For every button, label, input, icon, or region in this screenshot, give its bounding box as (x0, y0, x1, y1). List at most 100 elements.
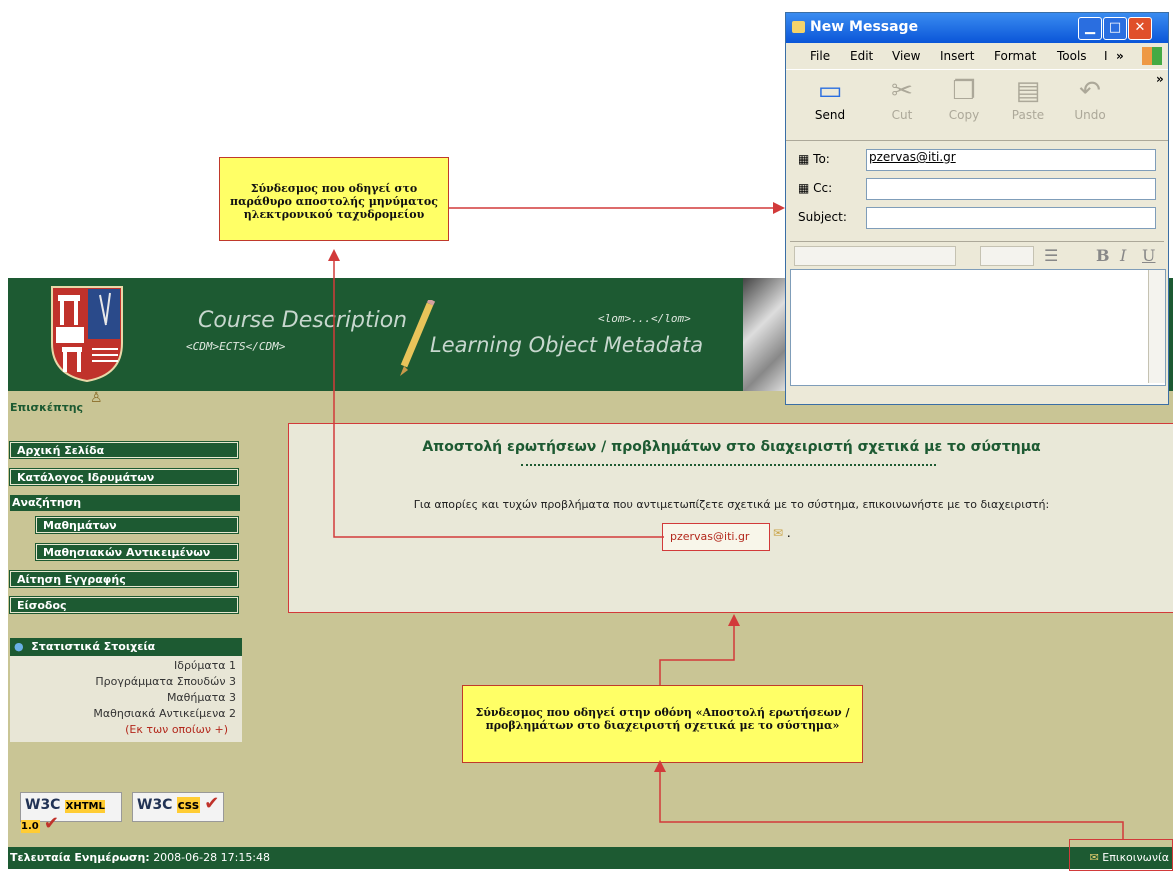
menu-bar: File Edit View Insert Format Tools I » (786, 45, 1168, 67)
check-icon: ✔ (43, 813, 59, 834)
callout-contact-screen-text: Σύνδεσμος που οδηγεί στην οθόνη «Αποστολ… (475, 706, 850, 732)
menu-format[interactable]: Format (994, 49, 1036, 63)
underline-button[interactable]: U (1142, 246, 1155, 265)
nav-institutions[interactable]: Κατάλογος Ιδρυμάτων (9, 468, 239, 486)
menu-truncated[interactable]: I (1104, 49, 1108, 63)
email-after: ✉ . (773, 526, 791, 540)
contact-text: Για απορίες και τυχών προβλήματα που αντ… (413, 498, 1050, 511)
cut-button[interactable]: ✂ Cut (874, 74, 930, 122)
paste-button[interactable]: ▤ Paste (1000, 74, 1056, 122)
send-label: Send (814, 108, 846, 122)
stats-panel: ● Στατιστικά Στοιχεία Ιδρύματα 1 Προγράμ… (10, 638, 242, 742)
cc-label-group[interactable]: ▦ Cc: (798, 181, 832, 195)
nav-registration[interactable]: Αίτηση Εγγραφής (9, 570, 239, 588)
address-book-icon: ▦ (798, 181, 810, 195)
callout-contact-screen: Σύνδεσμος που οδηγεί στην οθόνη «Αποστολ… (462, 685, 863, 763)
cut-icon: ✂ (891, 76, 913, 106)
message-body[interactable] (790, 269, 1166, 386)
font-dropdown[interactable] (794, 246, 956, 266)
subject-field[interactable] (866, 207, 1156, 229)
window-title: New Message (810, 19, 919, 35)
site-footer: Τελευταία Ενημέρωση: 2008-06-28 17:15:48… (8, 847, 1173, 869)
banner-lom-tag: <lom>...</lom> (598, 312, 691, 325)
updated-value: 2008-06-28 17:15:48 (153, 851, 271, 864)
scrollbar[interactable] (1148, 270, 1165, 383)
paste-icon: ▤ (1015, 76, 1041, 106)
css-badge-text: css (176, 797, 201, 813)
contact-link-highlight (1069, 839, 1173, 871)
menu-view[interactable]: View (892, 49, 920, 63)
nav-login[interactable]: Είσοδος (9, 596, 239, 614)
italic-button[interactable]: I (1120, 246, 1126, 265)
stats-body: Ιδρύματα 1 Προγράμματα Σπουδών 3 Μαθήματ… (10, 656, 242, 742)
copy-icon: ❐ (952, 76, 976, 106)
send-button[interactable]: ▭ Send (802, 74, 858, 122)
new-message-window: New Message ▁ □ ✕ File Edit View Insert … (785, 12, 1169, 405)
cut-label: Cut (891, 108, 913, 122)
copy-label: Copy (948, 108, 980, 122)
email-after-text: . (786, 526, 791, 540)
copy-button[interactable]: ❐ Copy (936, 74, 992, 122)
menu-file[interactable]: File (810, 49, 830, 63)
format-toolbar: ☰ B I U (790, 241, 1164, 268)
to-label-group[interactable]: ▦ To: (798, 152, 830, 166)
university-crest-logo (51, 286, 123, 383)
address-book-icon: ▦ (798, 152, 810, 166)
callout-email-window: Σύνδεσμος που οδηγεί στο παράθυρο αποστο… (219, 157, 449, 241)
banner-cdm-tag: <CDM>ECTS</CDM> (186, 340, 286, 353)
envelope-icon (792, 21, 805, 33)
w3c-logo: W3C (137, 797, 173, 813)
nav-search-heading: Αναζήτηση (10, 495, 240, 511)
toolbar-more[interactable]: » (1156, 72, 1164, 86)
undo-icon: ↶ (1079, 76, 1101, 106)
menu-more[interactable]: » (1116, 49, 1124, 63)
window-titlebar[interactable]: New Message ▁ □ ✕ (786, 13, 1168, 43)
visitor-label: Επισκέπτης (10, 401, 84, 414)
contact-content-panel: Αποστολή ερωτήσεων / προβλημάτων στο δια… (288, 423, 1173, 613)
globe-icon: ● (14, 640, 24, 653)
subject-label: Subject: (798, 210, 847, 224)
menu-edit[interactable]: Edit (850, 49, 873, 63)
undo-button[interactable]: ↶ Undo (1062, 74, 1118, 122)
size-dropdown[interactable] (980, 246, 1034, 266)
stats-row: Ιδρύματα 1 (174, 659, 236, 672)
to-label: To: (813, 152, 830, 166)
nav-home[interactable]: Αρχική Σελίδα (9, 441, 239, 459)
stats-header: ● Στατιστικά Στοιχεία (10, 638, 242, 656)
minimize-button[interactable]: ▁ (1078, 17, 1102, 40)
close-button[interactable]: ✕ (1128, 17, 1152, 40)
stats-title: Στατιστικά Στοιχεία (31, 640, 156, 653)
toolbar: ▭ Send ✂ Cut ❐ Copy ▤ Paste ↶ Undo » (786, 69, 1168, 141)
title-divider (521, 464, 936, 466)
windows-logo-icon (1142, 47, 1162, 65)
visitor-icon: ♙ (90, 390, 103, 406)
email-highlight-box: pzervas@iti.gr (662, 523, 770, 551)
stats-row: Προγράμματα Σπουδών 3 (95, 675, 236, 688)
send-icon: ▭ (817, 76, 843, 106)
maximize-button[interactable]: □ (1103, 17, 1127, 40)
mail-icon[interactable]: ✉ (773, 526, 783, 540)
paragraph-style-icon[interactable]: ☰ (1044, 246, 1058, 265)
cc-label: Cc: (813, 181, 833, 195)
nav-search-learning-objects[interactable]: Μαθησιακών Αντικειμένων (35, 543, 239, 561)
to-value: pzervas@iti.gr (869, 150, 956, 164)
stats-row: Μαθήματα 3 (166, 691, 236, 704)
w3c-logo: W3C (25, 797, 61, 813)
bold-button[interactable]: B (1096, 246, 1110, 265)
callout-email-window-text: Σύνδεσμος που οδηγεί στο παράθυρο αποστο… (230, 182, 438, 221)
nav-search-courses[interactable]: Μαθημάτων (35, 516, 239, 534)
paste-label: Paste (1011, 108, 1045, 122)
undo-label: Undo (1074, 108, 1106, 122)
cc-field[interactable] (866, 178, 1156, 200)
menu-insert[interactable]: Insert (940, 49, 974, 63)
admin-email-link[interactable]: pzervas@iti.gr (670, 530, 749, 543)
stats-row: Μαθησιακά Αντικείμενα 2 (93, 707, 236, 720)
contact-title: Αποστολή ερωτήσεων / προβλημάτων στο δια… (422, 439, 1041, 455)
w3c-xhtml-badge[interactable]: W3C XHTML 1.0 ✔ (20, 792, 122, 834)
menu-tools[interactable]: Tools (1057, 49, 1087, 63)
to-field[interactable]: pzervas@iti.gr (866, 149, 1156, 171)
stats-more-link[interactable]: (Εκ των οποίων +) (10, 722, 236, 738)
banner-lom-title: Learning Object Metadata (430, 333, 704, 357)
check-icon: ✔ (204, 793, 220, 814)
w3c-css-badge[interactable]: W3C css ✔ (132, 792, 224, 822)
